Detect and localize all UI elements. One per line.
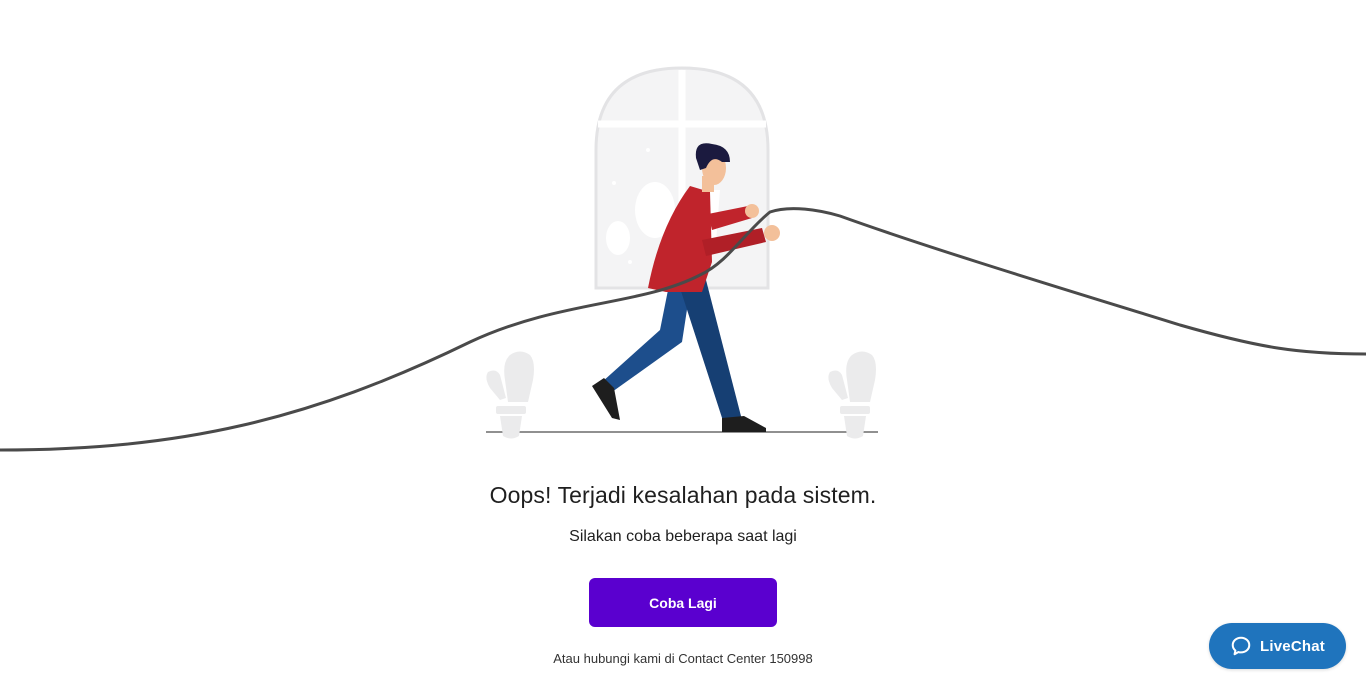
cactus-right	[828, 351, 876, 439]
cactus-left	[486, 351, 534, 439]
error-illustration	[0, 66, 1366, 452]
chat-bubble-icon	[1230, 635, 1252, 657]
error-title: Oops! Terjadi kesalahan pada sistem.	[489, 482, 877, 508]
retry-button[interactable]: Coba Lagi	[589, 578, 777, 627]
error-subtitle: Silakan coba beberapa saat lagi	[569, 528, 797, 545]
error-page: Oops! Terjadi kesalahan pada sistem. Sil…	[0, 0, 1366, 683]
contact-center-text: Atau hubungi kami di Contact Center 1509…	[553, 651, 813, 666]
livechat-button[interactable]: LiveChat	[1209, 623, 1346, 669]
livechat-label: LiveChat	[1260, 637, 1325, 655]
